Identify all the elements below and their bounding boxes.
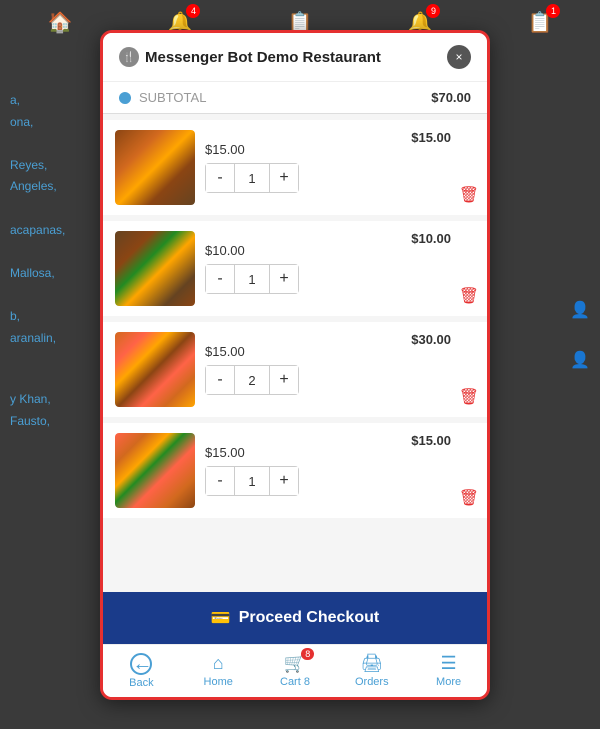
nav-icon-wrapper: 🛒8 bbox=[284, 653, 306, 674]
delete-item-button[interactable]: 🗑 bbox=[459, 387, 479, 407]
item-total: $15.00 bbox=[411, 433, 451, 448]
bg-nav-badge-3: 1 bbox=[546, 4, 560, 18]
bg-nav-badge-1: 4 bbox=[186, 4, 200, 18]
modal-title: 🍴 Messenger Bot Demo Restaurant bbox=[119, 47, 381, 67]
nav-item-cart[interactable]: 🛒8 Cart 8 bbox=[257, 645, 334, 697]
modal-container: 🍴 Messenger Bot Demo Restaurant × SUBTOT… bbox=[100, 30, 490, 700]
bottom-nav: ← Back ⌂ Home 🛒8 Cart 8 🖨 Orders ☰ More bbox=[103, 644, 487, 697]
subtotal-bar: SUBTOTAL $70.00 bbox=[103, 82, 487, 114]
item-image bbox=[115, 332, 195, 407]
item-details: $10.00 - 1 + bbox=[205, 243, 475, 294]
cart-badge: 8 bbox=[301, 648, 314, 660]
item-image bbox=[115, 433, 195, 508]
modal-header: 🍴 Messenger Bot Demo Restaurant × bbox=[103, 33, 487, 82]
back-icon: ← bbox=[130, 653, 152, 675]
cart-item: $15.00 - 1 + $15.00 🗑 bbox=[103, 120, 487, 215]
qty-decrease-button[interactable]: - bbox=[206, 164, 234, 192]
cart-item: $15.00 - 2 + $30.00 🗑 bbox=[103, 322, 487, 417]
qty-increase-button[interactable]: + bbox=[270, 366, 298, 394]
subtotal-label: SUBTOTAL bbox=[139, 90, 423, 105]
qty-control: - 1 + bbox=[205, 264, 299, 294]
item-details: $15.00 - 1 + bbox=[205, 445, 475, 496]
nav-item-home[interactable]: ⌂ Home bbox=[180, 645, 257, 697]
nav-icon-wrapper: ⌂ bbox=[213, 653, 224, 674]
checkout-button[interactable]: 💳 Proceed Checkout bbox=[103, 592, 487, 644]
cart-item: $10.00 - 1 + $10.00 🗑 bbox=[103, 221, 487, 316]
item-image bbox=[115, 130, 195, 205]
home-icon: ⌂ bbox=[213, 653, 224, 673]
qty-increase-button[interactable]: + bbox=[270, 164, 298, 192]
qty-value: 1 bbox=[234, 164, 270, 192]
close-button[interactable]: × bbox=[447, 45, 471, 69]
checkout-icon: 💳 bbox=[211, 608, 231, 628]
qty-control: - 1 + bbox=[205, 466, 299, 496]
modal-title-text: Messenger Bot Demo Restaurant bbox=[145, 49, 381, 66]
nav-icon-wrapper: 🖨 bbox=[360, 653, 383, 674]
cart-icon: 🛒8 bbox=[284, 653, 306, 673]
cart-list: $15.00 - 1 + $15.00 🗑 $10.00 - 1 + $10.0… bbox=[103, 114, 487, 592]
nav-item-orders[interactable]: 🖨 Orders bbox=[333, 645, 410, 697]
qty-value: 1 bbox=[234, 265, 270, 293]
nav-label: Orders bbox=[355, 676, 389, 688]
subtotal-dot bbox=[119, 92, 131, 104]
qty-increase-button[interactable]: + bbox=[270, 467, 298, 495]
nav-label: Cart 8 bbox=[280, 676, 310, 688]
cart-item: $15.00 - 1 + $15.00 🗑 bbox=[103, 423, 487, 518]
qty-control: - 1 + bbox=[205, 163, 299, 193]
orders-icon: 🖨 bbox=[360, 653, 383, 673]
item-total: $10.00 bbox=[411, 231, 451, 246]
bg-nav-home: 🏠 bbox=[48, 10, 73, 35]
qty-control: - 2 + bbox=[205, 365, 299, 395]
delete-item-button[interactable]: 🗑 bbox=[459, 488, 479, 508]
checkout-label: Proceed Checkout bbox=[239, 609, 379, 627]
item-details: $15.00 - 1 + bbox=[205, 142, 475, 193]
item-image bbox=[115, 231, 195, 306]
qty-value: 1 bbox=[234, 467, 270, 495]
qty-decrease-button[interactable]: - bbox=[206, 467, 234, 495]
bg-nav-badge-2: 9 bbox=[426, 4, 440, 18]
nav-icon-wrapper: ← bbox=[130, 653, 152, 675]
qty-decrease-button[interactable]: - bbox=[206, 366, 234, 394]
nav-item-more[interactable]: ☰ More bbox=[410, 645, 487, 697]
delete-item-button[interactable]: 🗑 bbox=[459, 185, 479, 205]
delete-item-button[interactable]: 🗑 bbox=[459, 286, 479, 306]
qty-increase-button[interactable]: + bbox=[270, 265, 298, 293]
nav-label: More bbox=[436, 676, 461, 688]
nav-label: Back bbox=[129, 677, 153, 689]
restaurant-icon: 🍴 bbox=[119, 47, 139, 67]
qty-value: 2 bbox=[234, 366, 270, 394]
more-icon: ☰ bbox=[441, 653, 457, 673]
nav-icon-wrapper: ☰ bbox=[441, 653, 457, 674]
bg-right-icons: 👤 👤 bbox=[570, 300, 590, 370]
bg-sidebar: a, ona, Reyes, Angeles, acapanas, Mallos… bbox=[0, 80, 100, 442]
bg-nav-pages: 📋 1 bbox=[528, 10, 553, 35]
item-details: $15.00 - 2 + bbox=[205, 344, 475, 395]
nav-label: Home bbox=[204, 676, 233, 688]
qty-decrease-button[interactable]: - bbox=[206, 265, 234, 293]
nav-item-back[interactable]: ← Back bbox=[103, 645, 180, 697]
subtotal-amount: $70.00 bbox=[431, 90, 471, 105]
item-total: $15.00 bbox=[411, 130, 451, 145]
item-total: $30.00 bbox=[411, 332, 451, 347]
